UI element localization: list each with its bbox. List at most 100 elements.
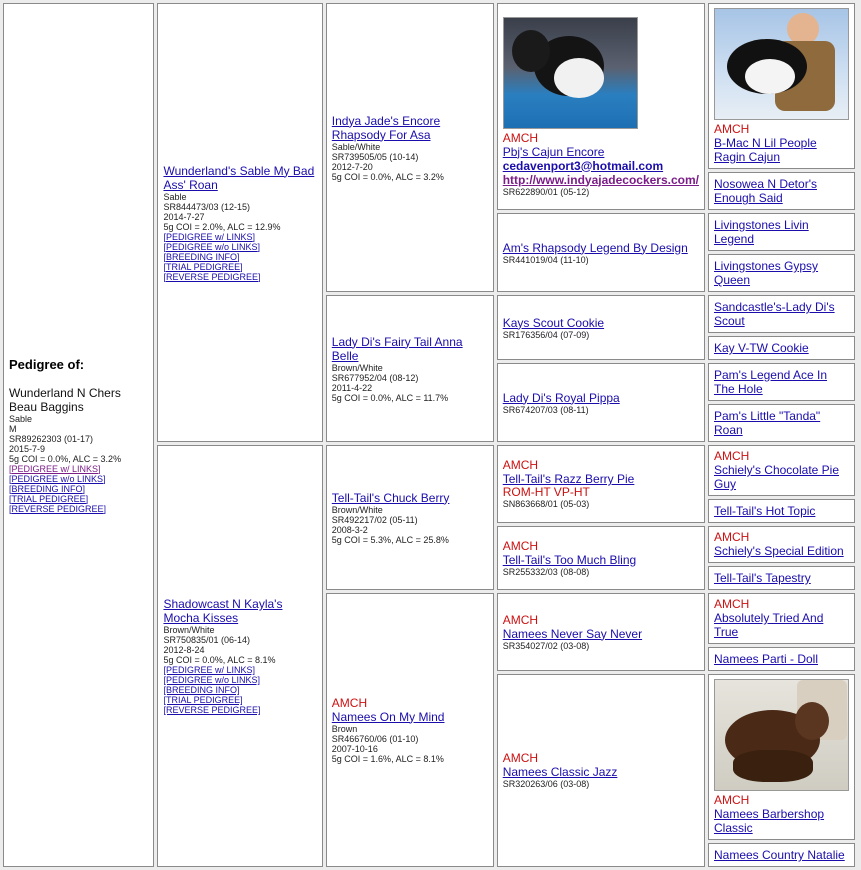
- gen5-6-name-link[interactable]: Kay V-TW Cookie: [714, 341, 809, 355]
- subject-pedigree-links[interactable]: [PEDIGREE w/ LINKS]: [9, 464, 148, 474]
- gen5-12-name-link[interactable]: Tell-Tail's Tapestry: [714, 571, 811, 585]
- subject-pedigree-nolinks[interactable]: [PEDIGREE w/o LINKS]: [9, 474, 148, 484]
- sire-trial-pedigree[interactable]: [TRIAL PEDIGREE]: [163, 262, 316, 272]
- gen5-16-name-link[interactable]: Namees Country Natalie: [714, 848, 845, 862]
- gen3-dd-title: AMCH: [331, 695, 368, 710]
- gen5-11-name-link[interactable]: Schiely's Special Edition: [714, 544, 844, 558]
- sire-coi: 5g COI = 2.0%, ALC = 12.9%: [163, 221, 281, 232]
- gen3-sd-cell: Lady Di's Fairy Tail Anna Belle Brown/Wh…: [325, 295, 494, 442]
- dam-pedigree-links[interactable]: [PEDIGREE w/ LINKS]: [163, 665, 316, 675]
- gen5-14-name-link[interactable]: Namees Parti - Doll: [714, 652, 818, 666]
- gen5-cell-5: Sandcastle's-Lady Di's Scout: [707, 295, 855, 333]
- gen3-ds-color: Brown/White: [331, 504, 383, 515]
- gen3-ss-dob: 2012-7-20: [331, 161, 373, 172]
- gen5-cell-2: Nosowea N Detor's Enough Said: [707, 172, 855, 210]
- gen4-dds-cell: AMCH Namees Never Say Never SR354027/02 …: [496, 593, 705, 671]
- gen4-sds-reg: SR176356/04 (07-09): [502, 329, 590, 340]
- dam-trial-pedigree[interactable]: [TRIAL PEDIGREE]: [163, 695, 316, 705]
- dog-photo-bmac-ragin-cajun[interactable]: [713, 8, 849, 120]
- gen3-ss-coi: 5g COI = 0.0%, ALC = 3.2%: [331, 171, 444, 182]
- subject-reg: SR89262303 (01-17): [9, 433, 94, 444]
- gen5-cell-4: Livingstones Gypsy Queen: [707, 254, 855, 292]
- gen4-sds-cell: Kays Scout Cookie SR176356/04 (07-09): [496, 295, 705, 360]
- gen4-ssd-name-link[interactable]: Am's Rhapsody Legend By Design: [503, 241, 688, 255]
- gen4-sdd-reg: SR674207/03 (08-11): [502, 404, 589, 415]
- gen4-dds-name-link[interactable]: Namees Never Say Never: [503, 627, 642, 641]
- subject-trial-pedigree[interactable]: [TRIAL PEDIGREE]: [9, 494, 148, 504]
- gen5-4-name-link[interactable]: Livingstones Gypsy Queen: [714, 259, 818, 287]
- gen5-1-name-link[interactable]: B-Mac N Lil People Ragin Cajun: [714, 136, 817, 164]
- gen5-3-name-link[interactable]: Livingstones Livin Legend: [714, 218, 809, 246]
- gen5-10-name-link[interactable]: Tell-Tail's Hot Topic: [714, 504, 815, 518]
- subject-dob: 2015-7-9: [9, 443, 46, 454]
- owner-email-link[interactable]: cedavenport3@hotmail.com: [503, 159, 663, 173]
- sire-reverse-pedigree[interactable]: [REVERSE PEDIGREE]: [163, 272, 316, 282]
- gen5-cell-10: Tell-Tail's Hot Topic: [707, 499, 855, 523]
- gen4-dds-reg: SR354027/02 (03-08): [502, 640, 590, 651]
- gen3-sd-name-link[interactable]: Lady Di's Fairy Tail Anna Belle: [332, 335, 463, 363]
- dog-photo-namees-barbershop-classic[interactable]: [713, 679, 849, 791]
- gen4-ddd-cell: AMCH Namees Classic Jazz SR320263/06 (03…: [496, 674, 705, 867]
- gen5-11-title: AMCH: [713, 530, 750, 544]
- dog-photo-pbjs-cajun-encore[interactable]: [502, 16, 638, 129]
- gen3-ss-name-link[interactable]: Indya Jade's Encore Rhapsody For Asa: [332, 114, 440, 142]
- gen3-ds-coi: 5g COI = 5.3%, ALC = 25.8%: [331, 534, 449, 545]
- gen4-sss-title: AMCH: [502, 130, 539, 145]
- gen3-dd-dob: 2007-10-16: [331, 743, 378, 754]
- gen5-13-name-link[interactable]: Absolutely Tried And True: [714, 611, 823, 639]
- gen4-ssd-reg: SR441019/04 (11-10): [502, 254, 589, 265]
- gen4-dss-name-link[interactable]: Tell-Tail's Razz Berry Pie: [503, 472, 635, 486]
- gen3-ds-reg: SR492217/02 (05-11): [331, 514, 418, 525]
- gen5-9-name-link[interactable]: Schiely's Chocolate Pie Guy: [714, 463, 839, 491]
- gen3-ss-cell: Indya Jade's Encore Rhapsody For Asa Sab…: [325, 3, 494, 292]
- dam-breeding-info[interactable]: [BREEDING INFO]: [163, 685, 316, 695]
- dam-name-link[interactable]: Shadowcast N Kayla's Mocha Kisses: [163, 597, 282, 625]
- gen4-dsd-cell: AMCH Tell-Tail's Too Much Bling SR255332…: [496, 526, 705, 590]
- gen5-15-title: AMCH: [713, 793, 750, 807]
- gen3-sd-dob: 2011-4-22: [331, 382, 373, 393]
- gen5-15-name-link[interactable]: Namees Barbershop Classic: [714, 807, 824, 835]
- dam-reverse-pedigree[interactable]: [REVERSE PEDIGREE]: [163, 705, 316, 715]
- gen3-dd-name-link[interactable]: Namees On My Mind: [332, 710, 445, 724]
- gen5-cell-14: Namees Parti - Doll: [707, 647, 855, 671]
- gen5-7-name-link[interactable]: Pam's Legend Ace In The Hole: [714, 368, 827, 396]
- gen3-ss-color: Sable/White: [331, 141, 381, 152]
- gen5-5-name-link[interactable]: Sandcastle's-Lady Di's Scout: [714, 300, 835, 328]
- gen5-cell-8: Pam's Little "Tanda" Roan: [707, 404, 855, 442]
- subject-breeding-info[interactable]: [BREEDING INFO]: [9, 484, 148, 494]
- gen3-ss-reg: SR739505/05 (10-14): [331, 151, 419, 162]
- gen5-8-name-link[interactable]: Pam's Little "Tanda" Roan: [714, 409, 820, 437]
- subject-coi: 5g COI = 0.0%, ALC = 3.2%: [9, 453, 122, 464]
- gen4-ddd-name-link[interactable]: Namees Classic Jazz: [503, 765, 618, 779]
- sire-pedigree-links[interactable]: [PEDIGREE w/ LINKS]: [163, 232, 316, 242]
- dam-cell: Shadowcast N Kayla's Mocha Kisses Brown/…: [157, 445, 323, 867]
- sire-breeding-info[interactable]: [BREEDING INFO]: [163, 252, 316, 262]
- gen3-sd-reg: SR677952/04 (08-12): [331, 372, 419, 383]
- gen4-ssd-cell: Am's Rhapsody Legend By Design SR441019/…: [496, 213, 705, 292]
- gen4-dsd-name-link[interactable]: Tell-Tail's Too Much Bling: [503, 553, 636, 567]
- pedigree-table: Pedigree of: Wunderland N Chers Beau Bag…: [0, 0, 858, 870]
- dam-coi: 5g COI = 0.0%, ALC = 8.1%: [163, 655, 276, 665]
- gen5-cell-12: Tell-Tail's Tapestry: [707, 566, 855, 590]
- gen3-dd-color: Brown: [331, 723, 358, 734]
- subject-reverse-pedigree[interactable]: [REVERSE PEDIGREE]: [9, 504, 148, 514]
- gen4-dsd-reg: SR255332/03 (08-08): [502, 566, 590, 577]
- gen3-ds-name-link[interactable]: Tell-Tail's Chuck Berry: [332, 491, 450, 505]
- sire-cell: Wunderland's Sable My Bad Ass' Roan Sabl…: [157, 3, 323, 442]
- gen4-ddd-title: AMCH: [502, 751, 539, 765]
- gen4-sdd-name-link[interactable]: Lady Di's Royal Pippa: [503, 391, 620, 405]
- gen5-13-title: AMCH: [713, 597, 750, 611]
- subject-color: Sable: [9, 413, 33, 424]
- kennel-website-link[interactable]: http://www.indyajadecockers.com/: [503, 173, 699, 187]
- gen4-sss-name-link[interactable]: Pbj's Cajun Encore: [503, 145, 605, 159]
- gen4-sdd-cell: Lady Di's Royal Pippa SR674207/03 (08-11…: [496, 363, 705, 442]
- gen5-cell-7: Pam's Legend Ace In The Hole: [707, 363, 855, 401]
- gen5-2-name-link[interactable]: Nosowea N Detor's Enough Said: [714, 177, 817, 205]
- gen4-sds-name-link[interactable]: Kays Scout Cookie: [503, 316, 604, 330]
- sire-name-link[interactable]: Wunderland's Sable My Bad Ass' Roan: [163, 164, 314, 192]
- dam-pedigree-nolinks[interactable]: [PEDIGREE w/o LINKS]: [163, 675, 316, 685]
- sire-pedigree-nolinks[interactable]: [PEDIGREE w/o LINKS]: [163, 242, 316, 252]
- gen5-cell-3: Livingstones Livin Legend: [707, 213, 855, 251]
- gen3-ds-cell: Tell-Tail's Chuck Berry Brown/White SR49…: [325, 445, 494, 590]
- gen5-cell-13: AMCH Absolutely Tried And True: [707, 593, 855, 644]
